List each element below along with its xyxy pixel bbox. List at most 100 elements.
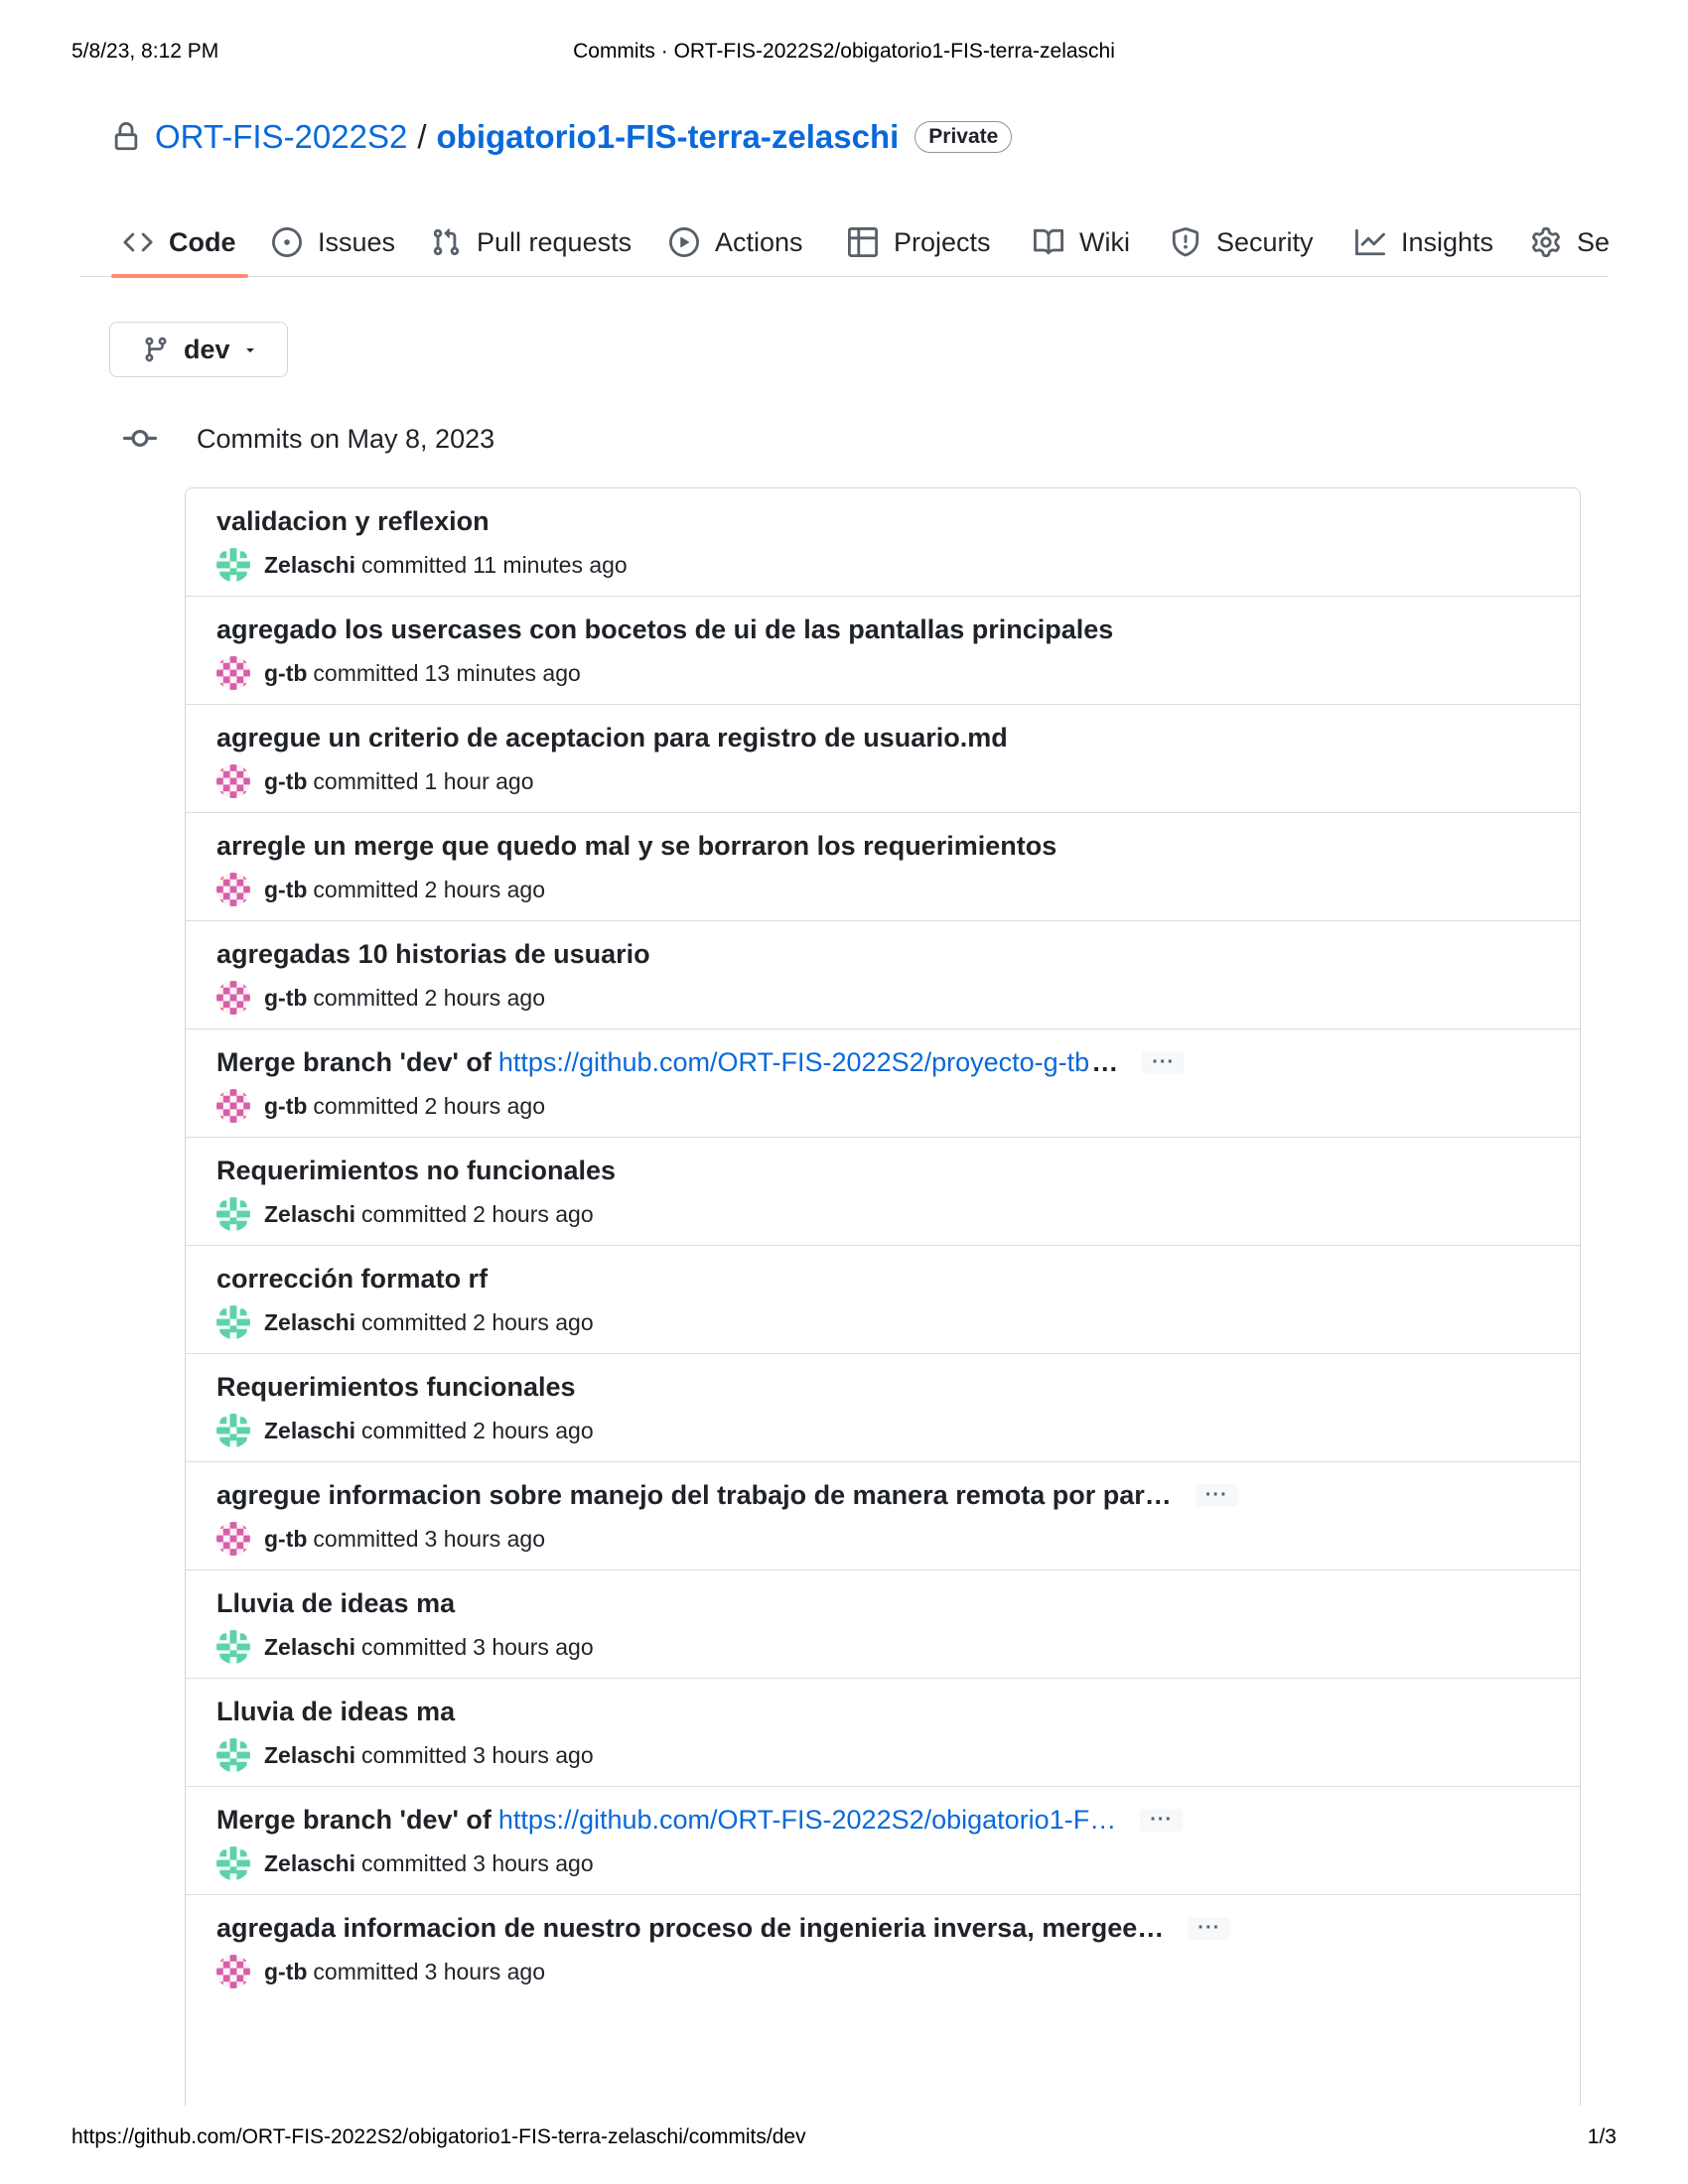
commit-title: agregadas 10 historias de usuario — [216, 939, 650, 970]
tab-settings[interactable]: Se — [1531, 208, 1610, 276]
tab-pull-requests[interactable]: Pull requests — [431, 208, 632, 276]
commit-meta: Zelaschi committed 2 hours ago — [216, 1197, 594, 1231]
commit-author-link[interactable]: Zelaschi — [264, 1309, 355, 1336]
avatar[interactable] — [216, 1305, 250, 1339]
commit-message-link[interactable]: corrección formato rf — [216, 1264, 488, 1295]
commit-meta: Zelaschi committed 3 hours ago — [216, 1738, 594, 1772]
tab-wiki[interactable]: Wiki — [1034, 208, 1130, 276]
commit-row: agregado los usercases con bocetos de ui… — [186, 597, 1580, 705]
avatar[interactable] — [216, 981, 250, 1015]
avatar[interactable] — [216, 1630, 250, 1664]
commits-date-label: Commits on May 8, 2023 — [197, 423, 495, 454]
commit-meta: g-tb committed 1 hour ago — [216, 764, 534, 798]
commit-message-link[interactable]: agregadas 10 historias de usuario — [216, 939, 650, 970]
commit-action-text: committed — [361, 1308, 468, 1335]
commit-message-link[interactable]: agregue informacion sobre manejo del tra… — [216, 1480, 1172, 1511]
commit-relative-time: 3 hours ago — [473, 1849, 594, 1876]
tab-code[interactable]: Code — [111, 208, 247, 278]
commit-title: Merge branch 'dev' of https://github.com/… — [216, 1047, 1186, 1078]
avatar[interactable] — [216, 1846, 250, 1880]
commit-title: Lluvia de ideas ma — [216, 1588, 455, 1619]
repo-name-link[interactable]: obigatorio1-FIS-terra-zelaschi — [437, 118, 900, 156]
pull-request-icon — [433, 228, 460, 256]
print-url: https://github.com/ORT-FIS-2022S2/obigat… — [71, 2125, 806, 2148]
avatar[interactable] — [216, 656, 250, 690]
commit-message-link[interactable]: arregle un merge que quedo mal y se borr… — [216, 831, 1056, 862]
commit-message-link[interactable]: agregada informacion de nuestro proceso … — [216, 1913, 1164, 1944]
commit-action-text: committed — [313, 1092, 419, 1119]
avatar[interactable] — [216, 764, 250, 798]
tab-label: Actions — [715, 226, 803, 257]
commit-author-link[interactable]: Zelaschi — [264, 1742, 355, 1769]
avatar[interactable] — [216, 1955, 250, 1988]
gear-icon — [1532, 227, 1560, 257]
commit-author-link[interactable]: Zelaschi — [264, 552, 355, 579]
commit-meta: g-tb committed 2 hours ago — [216, 873, 545, 906]
tab-security[interactable]: Security — [1171, 208, 1314, 276]
tab-actions[interactable]: Actions — [669, 208, 803, 276]
commit-relative-time: 2 hours ago — [424, 1092, 545, 1119]
commit-author-link[interactable]: g-tb — [264, 1093, 307, 1120]
avatar[interactable] — [216, 1089, 250, 1123]
avatar[interactable] — [216, 1414, 250, 1447]
visibility-badge: Private — [914, 121, 1013, 153]
commit-row: Merge branch 'dev' of https://github.com/… — [186, 1029, 1580, 1138]
commit-title: corrección formato rf — [216, 1264, 488, 1295]
expand-commit-message-button[interactable]: ··· — [1188, 1917, 1231, 1940]
commit-author-link[interactable]: g-tb — [264, 877, 307, 903]
commit-meta: g-tb committed 13 minutes ago — [216, 656, 581, 690]
commit-title: Lluvia de ideas ma — [216, 1697, 455, 1727]
commit-author-link[interactable]: g-tb — [264, 660, 307, 687]
commit-message-url-link[interactable]: https://github.com/ORT-FIS-2022S2/obigat… — [498, 1805, 1116, 1836]
commit-author-link[interactable]: g-tb — [264, 1959, 307, 1985]
print-page-title: Commits · ORT-FIS-2022S2/obigatorio1-FIS… — [573, 40, 1115, 63]
commit-message-link[interactable]: validacion y reflexion — [216, 506, 490, 537]
chevron-down-icon — [245, 348, 254, 352]
commit-message-link[interactable]: Requerimientos no funcionales — [216, 1156, 616, 1186]
commit-author-link[interactable]: Zelaschi — [264, 1850, 355, 1877]
commit-author-link[interactable]: g-tb — [264, 768, 307, 795]
commit-meta: Zelaschi committed 2 hours ago — [216, 1305, 594, 1339]
repo-owner-link[interactable]: ORT-FIS-2022S2 — [155, 118, 407, 156]
commit-meta: Zelaschi committed 3 hours ago — [216, 1846, 594, 1880]
commit-message-url-link[interactable]: https://github.com/ORT-FIS-2022S2/proyec… — [498, 1047, 1089, 1078]
expand-commit-message-button[interactable]: ··· — [1142, 1051, 1186, 1074]
commit-relative-time: 2 hours ago — [473, 1417, 594, 1443]
commit-action-text: committed — [313, 1958, 419, 1984]
expand-commit-message-button[interactable]: ··· — [1195, 1484, 1238, 1507]
avatar[interactable] — [216, 873, 250, 906]
tab-label: Insights — [1401, 226, 1494, 257]
commit-title: agregado los usercases con bocetos de ui… — [216, 614, 1113, 645]
commit-author-link[interactable]: g-tb — [264, 985, 307, 1012]
commit-message-link[interactable]: Lluvia de ideas ma — [216, 1588, 455, 1619]
branch-select-button[interactable]: dev — [109, 322, 288, 377]
commit-author-link[interactable]: Zelaschi — [264, 1201, 355, 1228]
avatar[interactable] — [216, 1738, 250, 1772]
table-icon — [848, 227, 878, 257]
tab-insights[interactable]: Insights — [1355, 208, 1493, 276]
commit-meta: g-tb committed 2 hours ago — [216, 981, 545, 1015]
tab-projects[interactable]: Projects — [848, 208, 991, 276]
commit-message-link[interactable]: Merge branch 'dev' of — [216, 1805, 492, 1836]
tab-label: Issues — [318, 226, 396, 257]
commit-message-link[interactable]: Requerimientos funcionales — [216, 1372, 576, 1403]
commit-message-link[interactable]: agregado los usercases con bocetos de ui… — [216, 614, 1113, 645]
commit-author-link[interactable]: g-tb — [264, 1526, 307, 1553]
commit-author-link[interactable]: Zelaschi — [264, 1634, 355, 1661]
tab-label: Code — [169, 226, 236, 257]
commit-relative-time: 11 minutes ago — [473, 551, 628, 578]
commit-action-text: committed — [361, 1849, 468, 1876]
commit-message-link[interactable]: Lluvia de ideas ma — [216, 1697, 455, 1727]
avatar[interactable] — [216, 1522, 250, 1556]
commit-message-link[interactable]: Merge branch 'dev' of — [216, 1047, 492, 1078]
commit-row: Requerimientos no funcionales Zelaschi com… — [186, 1138, 1580, 1246]
expand-commit-message-button[interactable]: ··· — [1140, 1809, 1184, 1832]
commit-meta: g-tb committed 3 hours ago — [216, 1955, 545, 1988]
commit-message-link[interactable]: agregue un criterio de aceptacion para r… — [216, 723, 1008, 753]
commit-author-link[interactable]: Zelaschi — [264, 1418, 355, 1444]
avatar[interactable] — [216, 548, 250, 582]
commit-relative-time: 13 minutes ago — [424, 659, 581, 686]
avatar[interactable] — [216, 1197, 250, 1231]
repo-nav-tabs: Code Issues Pull requests Actions Projec… — [79, 208, 1610, 278]
tab-issues[interactable]: Issues — [272, 208, 395, 276]
